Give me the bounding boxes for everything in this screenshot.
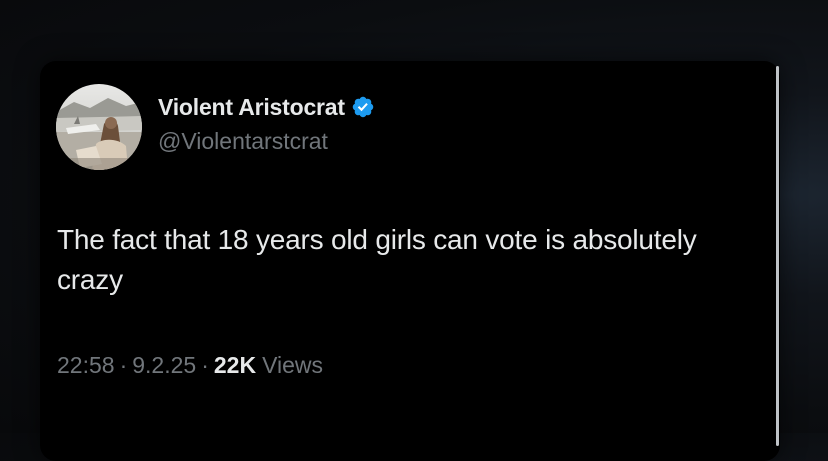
tweet-date[interactable]: 9.2.25 — [132, 352, 196, 379]
meta-separator: · — [201, 352, 209, 378]
meta-separator: · — [119, 352, 128, 378]
views-label[interactable]: Views — [262, 352, 323, 379]
tweet-time[interactable]: 22:58 — [57, 352, 115, 379]
avatar[interactable] — [56, 84, 142, 170]
scrollbar[interactable] — [776, 66, 779, 446]
tweet-meta: 22:58 · 9.2.25 · 22K Views — [57, 352, 323, 379]
author-name-row[interactable]: Violent Aristocrat — [158, 92, 375, 122]
verified-badge-icon[interactable] — [351, 95, 375, 119]
author-display-name[interactable]: Violent Aristocrat — [158, 94, 345, 121]
views-count[interactable]: 22K — [214, 352, 256, 379]
avatar-photo — [56, 84, 142, 170]
author-handle[interactable]: @Violentarstcrat — [158, 128, 328, 155]
tweet-text: The fact that 18 years old girls can vot… — [57, 224, 697, 295]
